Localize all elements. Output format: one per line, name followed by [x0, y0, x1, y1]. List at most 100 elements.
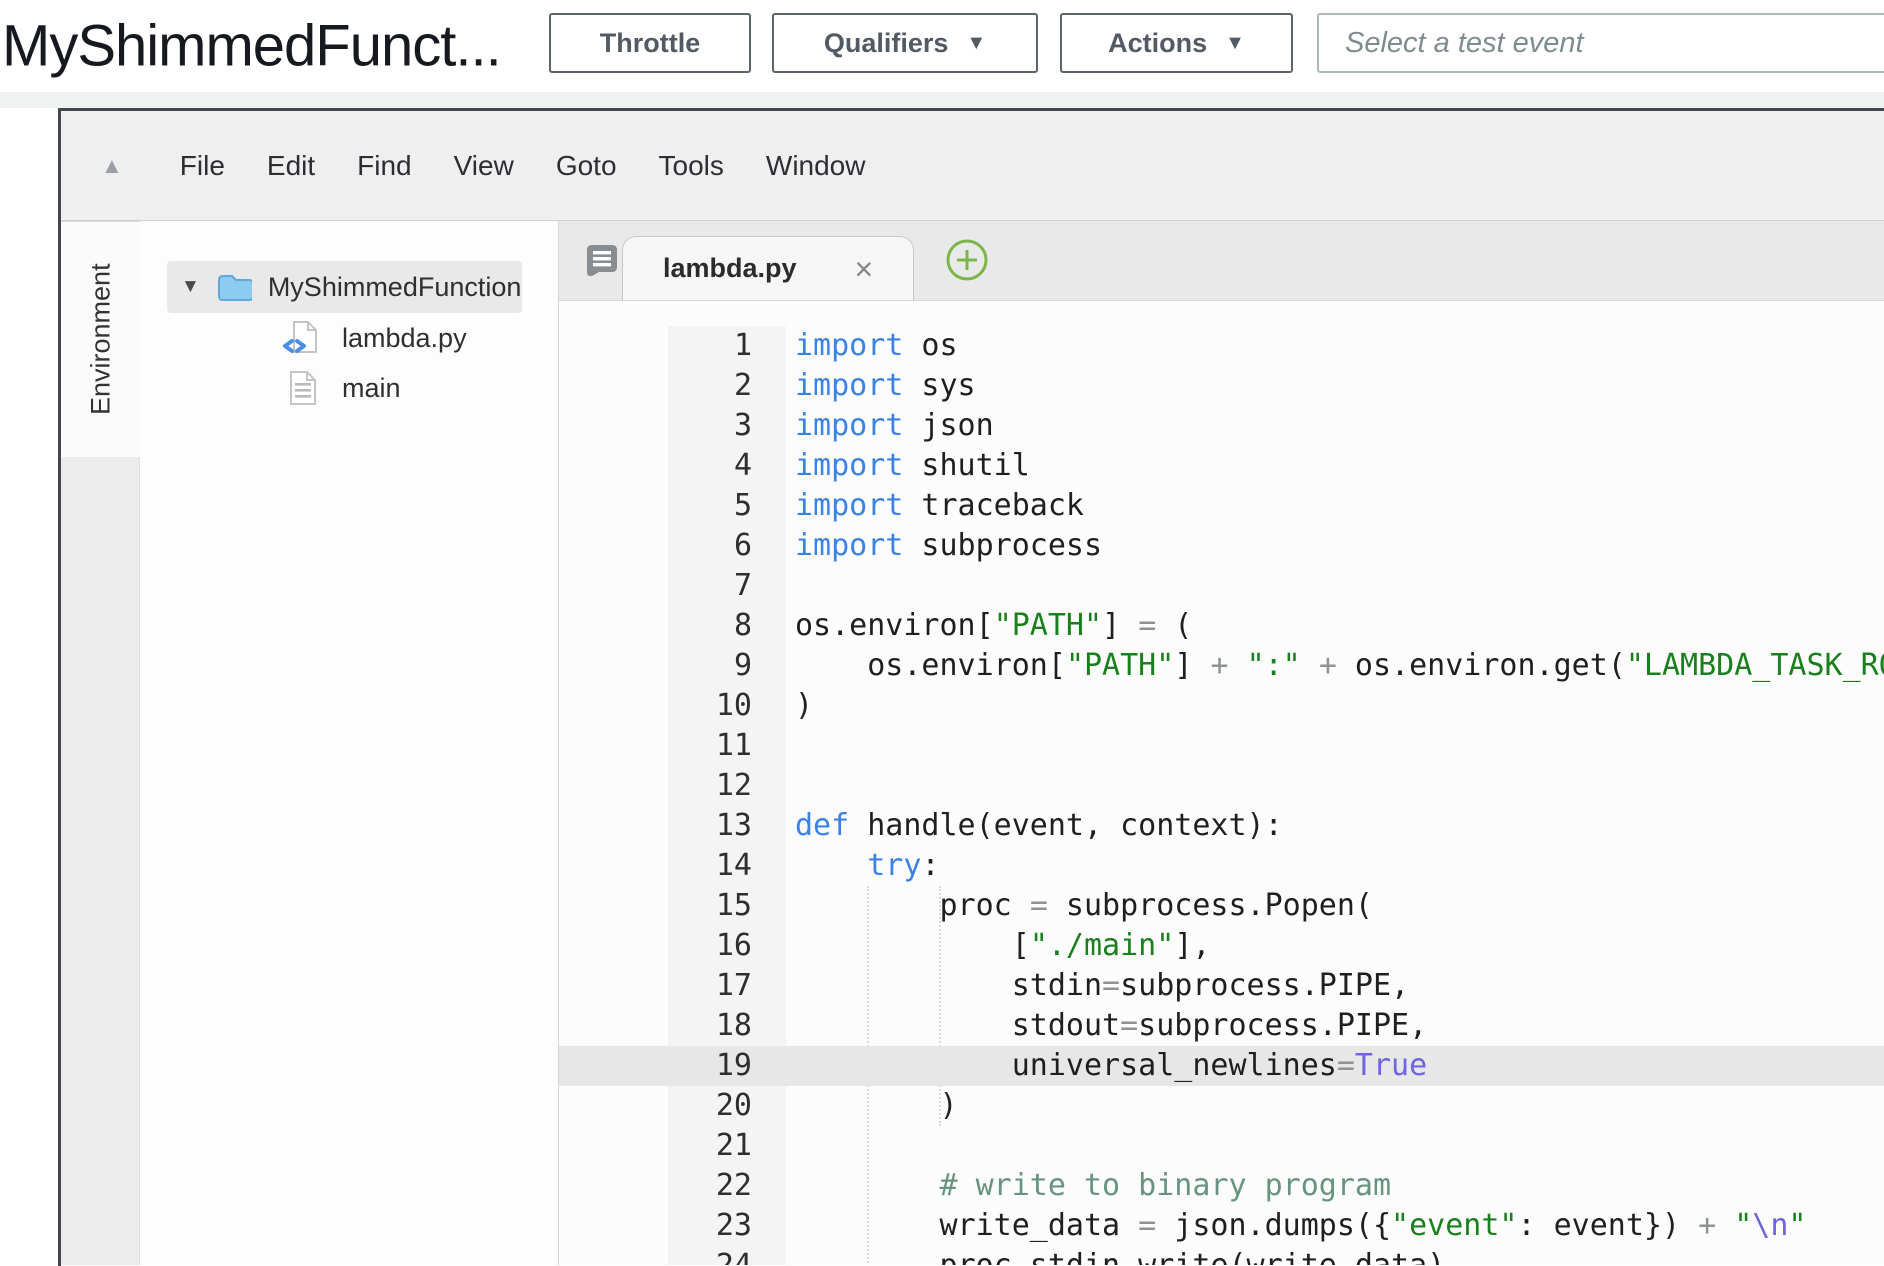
code-line-6: 6import subprocess: [559, 526, 1884, 566]
gutter-margin: [559, 446, 668, 486]
code-line-text[interactable]: import shutil: [786, 446, 1030, 486]
code-area[interactable]: 1import os2import sys3import json4import…: [559, 301, 1884, 1265]
gutter-margin: [559, 366, 668, 406]
code-line-text[interactable]: [786, 766, 795, 806]
code-editor: lambda.py × 1import os2import sys3import…: [559, 221, 1884, 1265]
tree-file-lambda-py[interactable]: lambda.py: [140, 313, 558, 363]
line-number: 19: [668, 1046, 786, 1086]
code-line-text[interactable]: write_data = json.dumps({"event": event}…: [786, 1206, 1806, 1246]
code-line-text[interactable]: stdin=subprocess.PIPE,: [786, 966, 1409, 1006]
code-line-text[interactable]: try:: [786, 846, 940, 886]
gutter-margin: [559, 406, 668, 446]
gutter-margin: [559, 926, 668, 966]
code-line-20: 20 ): [559, 1086, 1884, 1126]
code-line-21: 21: [559, 1126, 1884, 1166]
gutter-margin: [559, 806, 668, 846]
menu-item-window[interactable]: Window: [745, 150, 887, 181]
line-number: 14: [668, 846, 786, 886]
gutter-margin: [559, 1246, 668, 1265]
tree-file-main[interactable]: main: [140, 363, 558, 413]
code-line-text[interactable]: os.environ["PATH"] = (: [786, 606, 1192, 646]
tree-folder-row[interactable]: ▼ MyShimmedFunction: [167, 261, 522, 313]
gutter-margin: [559, 646, 668, 686]
environment-tab-label: Environment: [86, 264, 117, 416]
code-line-22: 22 # write to binary program: [559, 1166, 1884, 1206]
gutter-margin: [559, 766, 668, 806]
code-line-text[interactable]: def handle(event, context):: [786, 806, 1283, 846]
collapse-pane-button[interactable]: ▲: [101, 153, 123, 179]
header-divider: [0, 92, 1884, 108]
code-line-text[interactable]: [786, 566, 795, 606]
new-tab-button[interactable]: [944, 237, 990, 288]
code-line-16: 16 ["./main"],: [559, 926, 1884, 966]
code-line-text[interactable]: universal_newlines=True: [786, 1046, 1427, 1086]
code-line-text[interactable]: ): [786, 1086, 958, 1126]
menu-item-tools[interactable]: Tools: [638, 150, 745, 181]
menu-item-find[interactable]: Find: [336, 150, 432, 181]
code-line-9: 9 os.environ["PATH"] + ":" + os.environ.…: [559, 646, 1884, 686]
editor-tab-lambda-py[interactable]: lambda.py ×: [622, 236, 914, 300]
menu-item-edit[interactable]: Edit: [246, 150, 336, 181]
line-number: 1: [668, 326, 786, 366]
code-file-icon: [282, 320, 322, 356]
code-line-text[interactable]: import traceback: [786, 486, 1084, 526]
tab-list-icon[interactable]: [581, 243, 619, 284]
editor-content: Environment ▼ MyShimmedFunction lambda.p…: [61, 221, 1884, 1265]
code-line-text[interactable]: [786, 1126, 795, 1166]
gutter-margin: [559, 686, 668, 726]
throttle-button[interactable]: Throttle: [549, 13, 751, 73]
line-number: 2: [668, 366, 786, 406]
qualifiers-button[interactable]: Qualifiers ▼: [772, 13, 1038, 73]
line-number: 16: [668, 926, 786, 966]
chevron-down-icon: ▼: [966, 32, 986, 55]
function-header: MyShimmedFunct... Throttle Qualifiers ▼ …: [0, 0, 1884, 92]
code-lines: 1import os2import sys3import json4import…: [559, 326, 1884, 1265]
disclosure-triangle-icon[interactable]: ▼: [181, 276, 200, 298]
code-line-text[interactable]: proc = subprocess.Popen(: [786, 886, 1373, 926]
code-line-text[interactable]: proc.stdin.write(write_data): [786, 1246, 1445, 1265]
code-line-text[interactable]: ): [786, 686, 813, 726]
line-number: 8: [668, 606, 786, 646]
code-line-text[interactable]: stdout=subprocess.PIPE,: [786, 1006, 1427, 1046]
line-number: 24: [668, 1246, 786, 1265]
gutter-margin: [559, 486, 668, 526]
gutter-margin: [559, 526, 668, 566]
gutter-margin: [559, 1126, 668, 1166]
line-number: 18: [668, 1006, 786, 1046]
code-line-text[interactable]: os.environ["PATH"] + ":" + os.environ.ge…: [786, 646, 1884, 686]
menu-item-view[interactable]: View: [433, 150, 535, 181]
line-number: 11: [668, 726, 786, 766]
code-line-text[interactable]: # write to binary program: [786, 1166, 1391, 1206]
close-icon[interactable]: ×: [855, 253, 874, 285]
menu-item-file[interactable]: File: [159, 150, 246, 181]
gutter-margin: [559, 1086, 668, 1126]
code-line-text[interactable]: import subprocess: [786, 526, 1102, 566]
line-number: 12: [668, 766, 786, 806]
side-tabstrip: Environment: [61, 221, 140, 1265]
menu-item-goto[interactable]: Goto: [535, 150, 638, 181]
environment-tab[interactable]: Environment: [61, 221, 140, 457]
code-line-3: 3import json: [559, 406, 1884, 446]
gutter-margin: [559, 326, 668, 366]
code-line-11: 11: [559, 726, 1884, 766]
code-line-text[interactable]: [786, 726, 795, 766]
gutter-margin: [559, 966, 668, 1006]
code-line-text[interactable]: import sys: [786, 366, 976, 406]
actions-button[interactable]: Actions ▼: [1060, 13, 1293, 73]
menu-bar-items: FileEditFindViewGotoToolsWindow: [159, 150, 887, 182]
code-line-23: 23 write_data = json.dumps({"event": eve…: [559, 1206, 1884, 1246]
code-line-text[interactable]: import os: [786, 326, 958, 366]
actions-button-label: Actions: [1108, 28, 1207, 59]
triangle-up-icon: ▲: [101, 153, 123, 178]
gutter-margin: [559, 846, 668, 886]
code-line-text[interactable]: import json: [786, 406, 994, 446]
code-line-15: 15 proc = subprocess.Popen(: [559, 886, 1884, 926]
code-line-text[interactable]: ["./main"],: [786, 926, 1210, 966]
line-number: 23: [668, 1206, 786, 1246]
throttle-button-label: Throttle: [600, 28, 701, 59]
editor-panel: ▲ FileEditFindViewGotoToolsWindow Enviro…: [58, 108, 1884, 1266]
code-line-10: 10): [559, 686, 1884, 726]
gutter-margin: [559, 606, 668, 646]
line-number: 22: [668, 1166, 786, 1206]
test-event-select[interactable]: Select a test event: [1317, 13, 1884, 73]
